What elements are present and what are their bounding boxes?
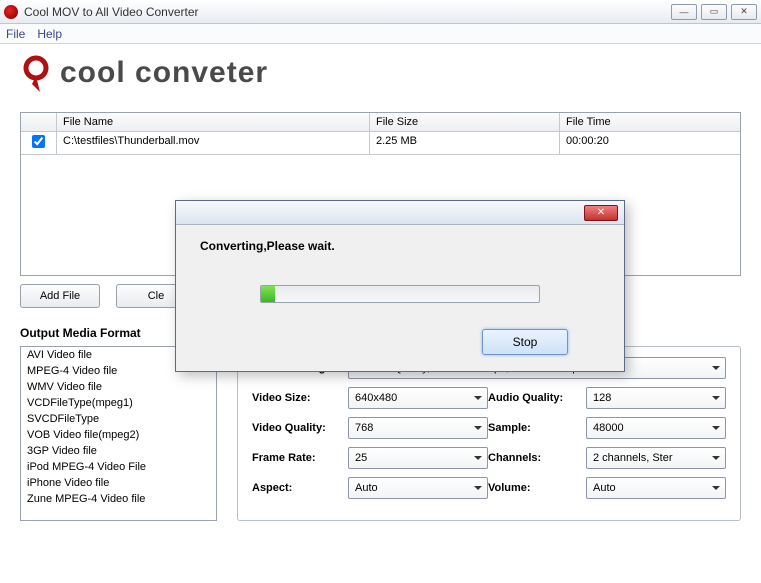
cell-filename: C:\testfiles\Thunderball.mov: [57, 132, 370, 155]
col-size-header: File Size: [370, 113, 560, 132]
list-item[interactable]: VOB Video file(mpeg2): [21, 427, 216, 443]
minimize-button[interactable]: —: [671, 4, 697, 20]
video-size-combo[interactable]: 640x480: [348, 387, 488, 409]
menu-help[interactable]: Help: [37, 27, 62, 41]
file-table-header: File Name File Size File Time: [21, 113, 740, 132]
row-checkbox[interactable]: [32, 135, 45, 148]
svg-text:cool conveter: cool conveter: [60, 56, 268, 89]
list-item[interactable]: Zune MPEG-4 Video file: [21, 491, 216, 507]
cell-filesize: 2.25 MB: [370, 132, 560, 155]
brand-banner: cool conveter: [0, 44, 761, 100]
maximize-button[interactable]: ▭: [701, 4, 727, 20]
app-icon: [4, 5, 18, 19]
video-size-label: Video Size:: [252, 392, 348, 404]
progress-fill: [261, 286, 275, 302]
video-quality-label: Video Quality:: [252, 422, 348, 434]
audio-quality-combo[interactable]: 128: [586, 387, 726, 409]
brand-logo: cool conveter: [18, 48, 438, 96]
progress-bar: [260, 285, 540, 303]
dialog-titlebar[interactable]: ✕: [176, 201, 624, 225]
menu-file[interactable]: File: [6, 27, 25, 41]
channels-label: Channels:: [488, 452, 586, 464]
add-file-button[interactable]: Add File: [20, 284, 100, 308]
frame-rate-label: Frame Rate:: [252, 452, 348, 464]
aspect-label: Aspect:: [252, 482, 348, 494]
list-item[interactable]: SVCDFileType: [21, 411, 216, 427]
converting-dialog: ✕ Converting,Please wait. Stop: [175, 200, 625, 372]
dialog-close-button[interactable]: ✕: [584, 205, 618, 221]
list-item[interactable]: WMV Video file: [21, 379, 216, 395]
audio-quality-label: Audio Quality:: [488, 392, 586, 404]
volume-label: Volume:: [488, 482, 586, 494]
channels-combo[interactable]: 2 channels, Ster: [586, 447, 726, 469]
list-item[interactable]: VCDFileType(mpeg1): [21, 395, 216, 411]
window-title: Cool MOV to All Video Converter: [24, 5, 667, 19]
cell-filetime: 00:00:20: [560, 132, 740, 155]
format-listbox[interactable]: AVI Video fileMPEG-4 Video fileWMV Video…: [20, 346, 217, 521]
list-item[interactable]: iPod MPEG-4 Video File: [21, 459, 216, 475]
video-quality-combo[interactable]: 768: [348, 417, 488, 439]
stop-button[interactable]: Stop: [482, 329, 568, 355]
list-item[interactable]: iPhone Video file: [21, 475, 216, 491]
settings-panel: Profile setting: Normal Quality, Video:7…: [237, 346, 741, 521]
aspect-combo[interactable]: Auto: [348, 477, 488, 499]
col-name-header: File Name: [57, 113, 370, 132]
frame-rate-combo[interactable]: 25: [348, 447, 488, 469]
sample-combo[interactable]: 48000: [586, 417, 726, 439]
menubar: File Help: [0, 24, 761, 44]
close-button[interactable]: ✕: [731, 4, 757, 20]
dialog-message: Converting,Please wait.: [200, 239, 600, 253]
col-check-header: [21, 113, 57, 132]
volume-combo[interactable]: Auto: [586, 477, 726, 499]
list-item[interactable]: 3GP Video file: [21, 443, 216, 459]
col-time-header: File Time: [560, 113, 740, 132]
table-row[interactable]: C:\testfiles\Thunderball.mov 2.25 MB 00:…: [21, 132, 740, 155]
titlebar: Cool MOV to All Video Converter — ▭ ✕: [0, 0, 761, 24]
sample-label: Sample:: [488, 422, 586, 434]
